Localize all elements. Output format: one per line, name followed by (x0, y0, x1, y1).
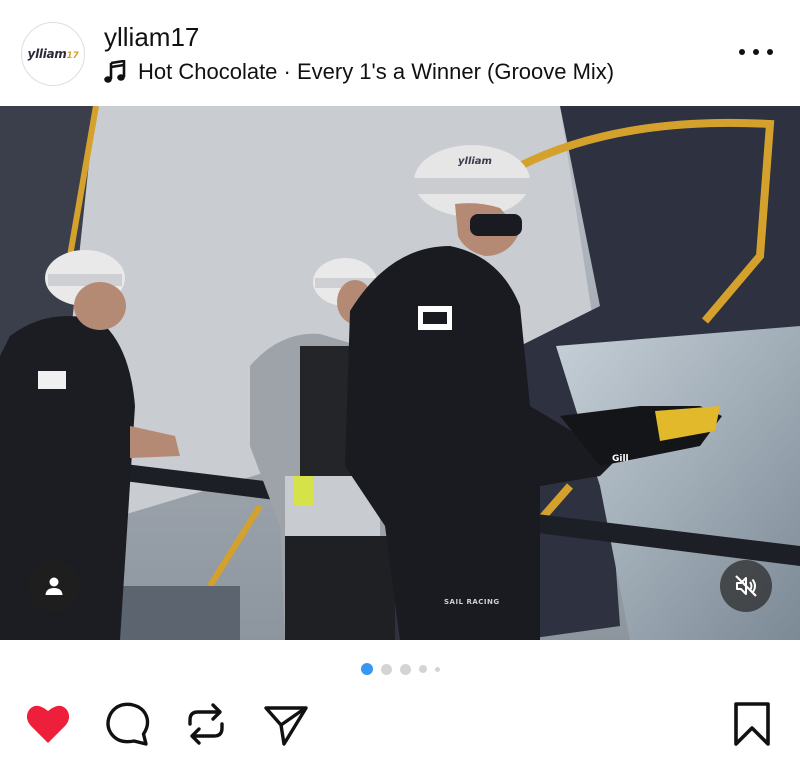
bookmark-icon[interactable] (726, 698, 778, 750)
post-header: ylliam17 ylliam17 Hot Chocolate · Every … (0, 0, 800, 106)
post-photo[interactable]: ylliam Gill SAIL RACING (0, 106, 800, 640)
comment-icon[interactable] (102, 698, 154, 750)
carousel-dot (399, 663, 411, 675)
carousel-dot (360, 663, 373, 675)
muted-speaker-icon[interactable] (720, 560, 772, 612)
trouser-brand-text: SAIL RACING (444, 598, 500, 606)
carousel-dot (434, 666, 440, 672)
username[interactable]: ylliam17 (104, 22, 199, 53)
avatar-logo: ylliam17 (27, 47, 79, 61)
carousel-indicator (0, 662, 800, 676)
avatar[interactable]: ylliam17 (21, 22, 85, 86)
music-link[interactable]: Hot Chocolate · Every 1's a Winner (Groo… (104, 58, 614, 86)
share-icon[interactable] (260, 698, 312, 750)
repost-icon[interactable] (180, 698, 232, 750)
sleeve-brand-text: Gill (612, 454, 629, 464)
music-title: Hot Chocolate · Every 1's a Winner (Groo… (138, 59, 615, 84)
music-note-icon (104, 60, 126, 83)
more-options-icon[interactable] (736, 40, 776, 64)
helmet-brand-text: ylliam (458, 156, 492, 167)
carousel-dot (380, 663, 392, 675)
carousel-dot (418, 665, 427, 673)
action-bar (0, 690, 800, 760)
heart-icon[interactable] (22, 698, 74, 750)
sailing-photo (0, 106, 800, 640)
user-tag-icon[interactable] (28, 560, 80, 612)
